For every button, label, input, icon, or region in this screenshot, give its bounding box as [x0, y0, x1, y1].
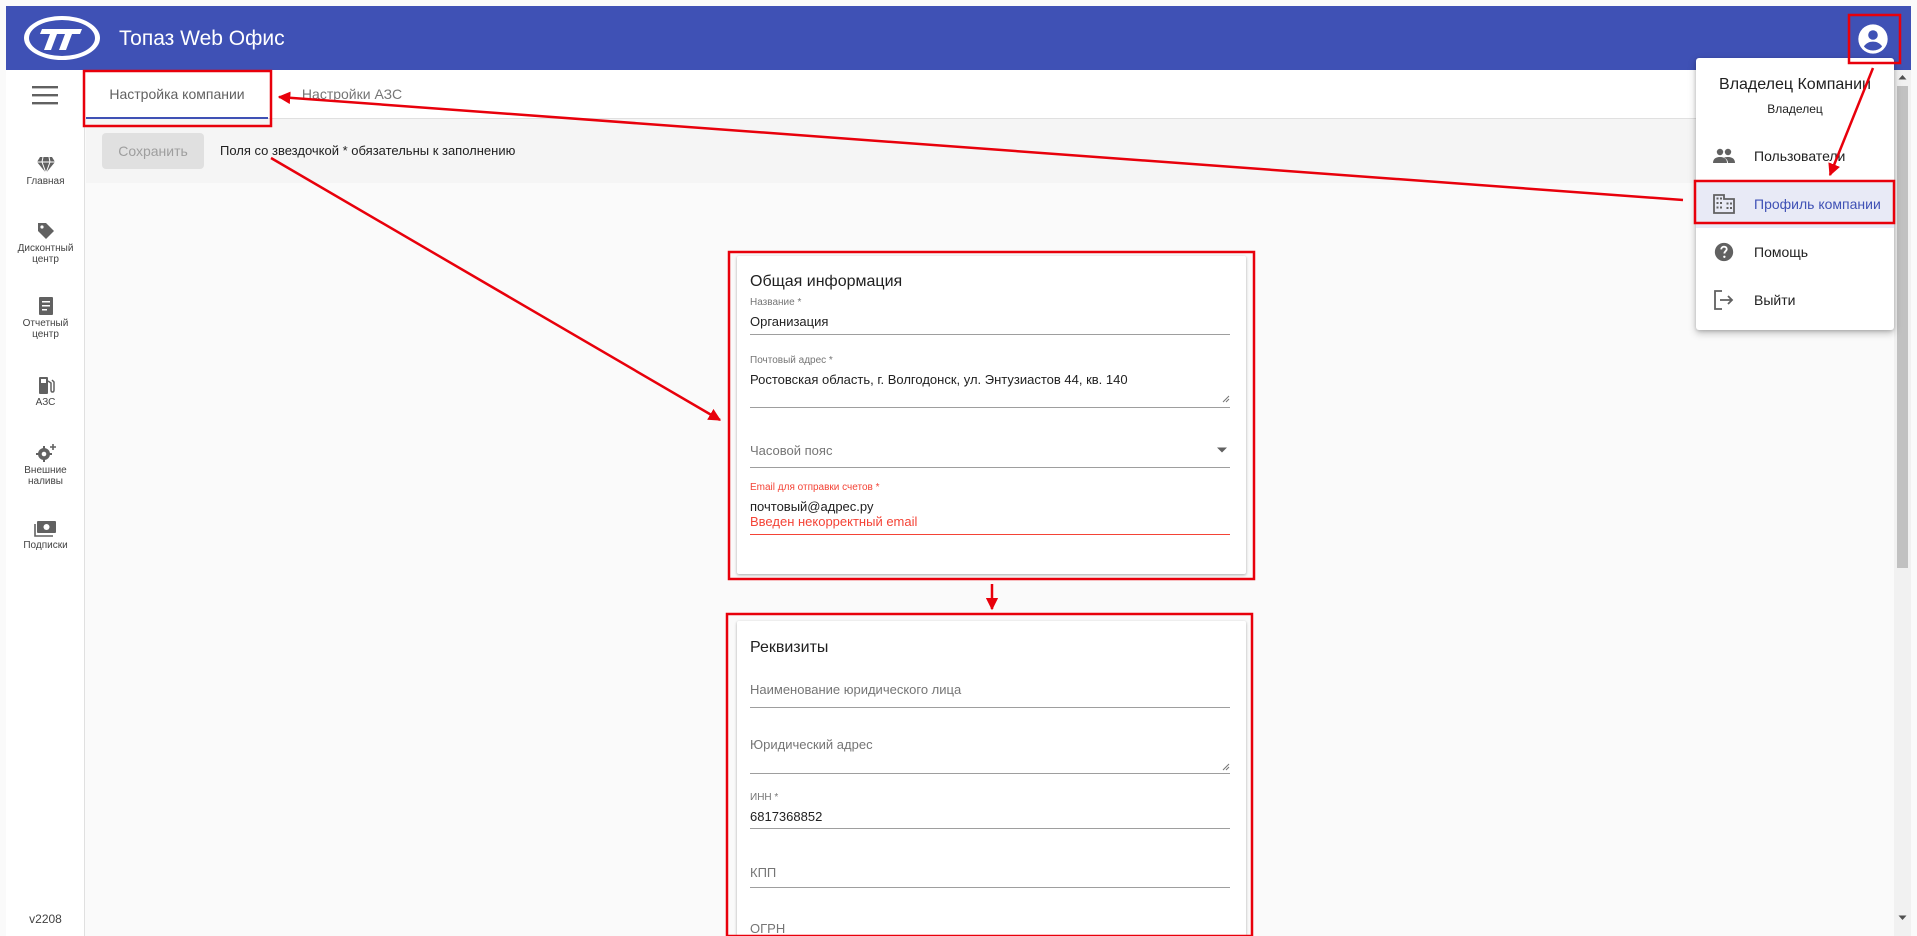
tab-company-settings[interactable]: Настройка компании [86, 70, 268, 119]
field-label: ИНН * [750, 792, 779, 803]
timezone-placeholder: Часовой пояс [750, 443, 833, 458]
account-menu: Владелец Компании Владелец Пользователи [1696, 58, 1894, 330]
sidebar-item-label: Подписки [23, 540, 68, 551]
postal-address-field[interactable]: Почтовый адрес * Ростовская область, г. … [750, 355, 1230, 409]
menu-item-company-profile[interactable]: Профиль компании [1696, 180, 1894, 228]
timezone-select[interactable]: Часовой пояс [750, 443, 1230, 475]
form-toolbar: Сохранить Поля со звездочкой * обязатель… [86, 119, 1911, 183]
general-info-card: Общая информация Название * Организация … [737, 256, 1246, 574]
sidebar-item-label: АЗС [35, 397, 56, 408]
field-label: Почтовый адрес * [750, 355, 833, 366]
people-icon [1713, 148, 1735, 163]
company-name-input[interactable]: Организация [750, 314, 1230, 329]
field-label: Название * [750, 297, 802, 308]
sidebar: Главная Дисконтный центр Отчетный центр … [6, 70, 85, 936]
resize-handle-icon[interactable] [1222, 763, 1230, 771]
sidebar-item-main[interactable]: Главная [6, 156, 85, 187]
sidebar-item-gas-stations[interactable]: АЗС [6, 375, 85, 408]
menu-item-logout[interactable]: Выйти [1696, 276, 1894, 324]
ogrn-field[interactable]: ОГРН [750, 921, 1230, 936]
page-scrollbar[interactable] [1894, 70, 1911, 936]
tag-icon [37, 223, 54, 239]
tab-bar: Настройка компании Настройки АЗС [86, 70, 1911, 119]
report-icon [38, 297, 53, 315]
hamburger-icon [32, 86, 58, 105]
card-title: Реквизиты [750, 639, 829, 656]
legal-address-placeholder: Юридический адрес [750, 737, 873, 752]
sidebar-item-subscriptions[interactable]: Подписки [6, 520, 85, 551]
requisites-card: Реквизиты Наименование юридического лица… [737, 621, 1246, 936]
menu-item-label: Профиль компании [1754, 196, 1881, 212]
field-label: Email для отправки счетов * [750, 482, 880, 493]
sidebar-item-discount-center[interactable]: Дисконтный центр [6, 221, 85, 265]
company-name-field[interactable]: Название * Организация [750, 297, 1230, 335]
invoice-email-field[interactable]: Email для отправки счетов * почтовый@адр… [750, 482, 1230, 542]
inn-input[interactable]: 6817368852 [750, 809, 1230, 824]
account-circle-icon [1858, 24, 1888, 54]
invoice-email-input[interactable]: почтовый@адрес.ру [750, 499, 1230, 514]
resize-handle-icon[interactable] [1222, 395, 1230, 403]
gem-icon [36, 156, 55, 174]
scrollbar-thumb[interactable] [1897, 86, 1908, 568]
topaz-logo[interactable] [22, 14, 102, 62]
sidebar-item-label: Главная [26, 176, 65, 187]
ogrn-placeholder: ОГРН [750, 921, 786, 936]
kpp-placeholder: КПП [750, 865, 777, 880]
menu-item-label: Выйти [1754, 292, 1796, 308]
sidebar-item-external-fill[interactable]: Внешние наливы [6, 443, 85, 487]
card-title: Общая информация [750, 273, 903, 290]
sidebar-item-label: Дисконтный центр [17, 243, 74, 265]
hamburger-menu-button[interactable] [31, 84, 63, 112]
dropdown-arrow-icon [1217, 447, 1227, 453]
postal-address-textarea[interactable]: Ростовская область, г. Волгодонск, ул. Э… [750, 372, 1230, 387]
app-header: Топаз Web Офис [6, 6, 1911, 70]
email-error-message: Введен некорректный email [750, 514, 918, 529]
scroll-up-arrow-icon[interactable] [1898, 74, 1907, 80]
account-name: Владелец Компании [1719, 76, 1871, 93]
legal-address-field[interactable]: Юридический адрес [750, 737, 1230, 797]
required-fields-hint: Поля со звездочкой * обязательны к запол… [220, 143, 516, 158]
save-button[interactable]: Сохранить [102, 133, 204, 169]
fuel-pump-icon [38, 377, 55, 394]
cash-icon [33, 521, 56, 537]
tab-gas-station-settings[interactable]: Настройки АЗС [268, 70, 436, 118]
sidebar-item-label: Внешние наливы [24, 465, 67, 487]
account-button[interactable] [1855, 21, 1891, 57]
sidebar-item-report-center[interactable]: Отчетный центр [6, 296, 85, 340]
menu-item-help[interactable]: Помощь [1696, 228, 1894, 276]
help-icon [1714, 242, 1734, 262]
inn-field[interactable]: ИНН * 6817368852 [750, 792, 1230, 832]
app-version: v2208 [29, 912, 62, 926]
menu-item-users[interactable]: Пользователи [1696, 132, 1894, 180]
legal-name-field[interactable]: Наименование юридического лица [750, 682, 1230, 726]
legal-name-placeholder: Наименование юридического лица [750, 682, 962, 697]
logout-icon [1714, 290, 1734, 310]
sidebar-item-label: Отчетный центр [22, 318, 69, 340]
gear-plus-icon [35, 444, 56, 462]
menu-item-label: Пользователи [1754, 148, 1846, 164]
account-role: Владелец [1767, 102, 1823, 116]
building-icon [1713, 194, 1735, 214]
scroll-down-arrow-icon[interactable] [1898, 915, 1907, 921]
menu-item-label: Помощь [1754, 244, 1809, 260]
kpp-field[interactable]: КПП [750, 865, 1230, 901]
app-title: Топаз Web Офис [119, 27, 285, 50]
